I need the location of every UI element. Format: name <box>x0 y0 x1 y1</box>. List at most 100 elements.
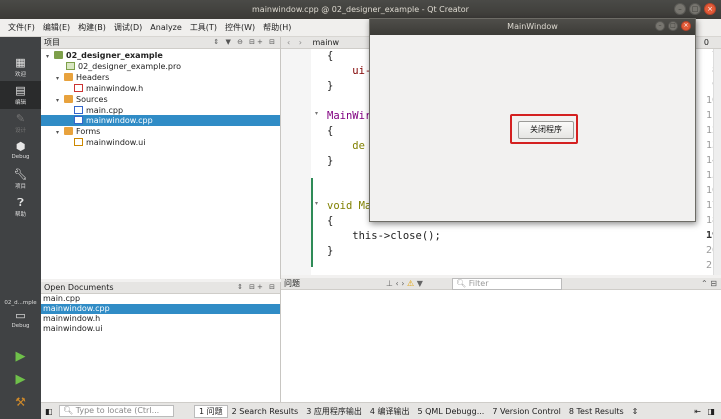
maximize-button[interactable]: □ <box>689 3 701 15</box>
tree-file-mainwindow-cpp[interactable]: mainwindow.cpp <box>41 115 280 126</box>
code-line: { <box>327 50 334 62</box>
filter-placeholder: Filter <box>468 279 489 288</box>
progress-icon[interactable]: ⇤ <box>694 407 701 416</box>
locator-input[interactable]: 🔍︎ Type to locate (Ctrl... <box>59 405 174 417</box>
locator-placeholder: Type to locate (Ctrl... <box>75 406 160 415</box>
tree-file-mainwindow-ui[interactable]: mainwindow.ui <box>74 137 145 148</box>
cpp-file-icon <box>74 116 83 124</box>
menu-analyze[interactable]: Analyze <box>146 23 186 32</box>
code-line: } <box>327 155 334 167</box>
menu-build[interactable]: 构建(B) <box>74 22 110 33</box>
mode-welcome[interactable]: ▦ 欢迎 <box>0 53 41 81</box>
ui-file-icon <box>74 138 83 146</box>
monitor-icon: ▭ <box>15 309 26 322</box>
change-marker <box>311 178 313 267</box>
output-tab-vcs[interactable]: 7 Version Control <box>488 407 565 416</box>
chevron-down-icon: ▾ <box>56 129 60 136</box>
open-doc-main-cpp[interactable]: main.cpp <box>41 294 280 304</box>
code-line: ui- <box>327 65 372 77</box>
output-tab-search[interactable]: 2 Search Results <box>228 407 303 416</box>
output-tab-qml[interactable]: 5 QML Debugg... <box>413 407 488 416</box>
build-button[interactable]: ⚒ <box>0 393 41 413</box>
code-line: { <box>327 215 334 227</box>
tree-pro-file[interactable]: 02_designer_example.pro <box>66 61 181 72</box>
mainwindow-titlebar: MainWindow – □ × <box>370 19 695 35</box>
file-tab[interactable]: mainw <box>313 38 340 47</box>
sidebar-toggle-icon[interactable]: ◧ <box>45 407 53 416</box>
tree-file-mainwindow-h[interactable]: mainwindow.h <box>74 83 143 94</box>
nav-forward-icon[interactable]: › <box>299 38 302 47</box>
close-button[interactable]: × <box>704 3 716 15</box>
pencil-icon: ✎ <box>15 112 26 125</box>
minimize-button[interactable]: – <box>674 3 686 15</box>
tree-forms-folder[interactable]: ▾ Forms <box>56 126 100 137</box>
line-number-gutter <box>281 49 311 275</box>
close-program-button[interactable]: 关闭程序 <box>518 121 574 139</box>
pane-tools[interactable]: ⇕ ⊟+ ⊟ <box>237 282 277 293</box>
menu-debug[interactable]: 调试(D) <box>110 22 146 33</box>
window-title: mainwindow.cpp @ 02_designer_example - Q… <box>252 5 469 14</box>
cpp-file-icon <box>74 106 83 114</box>
output-tab-tests[interactable]: 8 Test Results <box>565 407 628 416</box>
output-tab-app-output[interactable]: 3 应用程序输出 <box>302 406 366 417</box>
folder-icon <box>64 95 73 103</box>
issues-pane: 问题 ⊥ ‹ › ⚠ ▼ 🔍︎ Filter ⌃ ⊟ <box>281 278 721 402</box>
output-tab-compile[interactable]: 4 编译输出 <box>366 406 414 417</box>
output-pane-bar: ◧ 🔍︎ Type to locate (Ctrl... 1 问题 2 Sear… <box>41 402 721 419</box>
window-controls: – □ × <box>674 3 716 15</box>
bug-icon: ⬢ <box>15 140 26 153</box>
pro-file-icon <box>66 62 75 70</box>
filter-input[interactable]: 🔍︎ Filter <box>452 278 562 290</box>
mode-projects[interactable]: 🔧︎ 项目 <box>0 165 41 193</box>
more-tabs-icon[interactable]: ⇕ <box>632 407 639 416</box>
mode-welcome-label: 欢迎 <box>14 72 26 78</box>
open-doc-mainwindow-ui[interactable]: mainwindow.ui <box>41 324 280 334</box>
menu-edit[interactable]: 编辑(E) <box>39 22 74 33</box>
code-line: { <box>327 125 334 137</box>
mode-help[interactable]: ❓︎ 帮助 <box>0 193 41 221</box>
code-line: void Ma <box>327 200 372 212</box>
tree-sources-folder[interactable]: ▾ Sources <box>56 94 108 105</box>
pane-controls[interactable]: ⌃ ⊟ <box>701 278 717 289</box>
title-bar: mainwindow.cpp @ 02_designer_example - Q… <box>0 0 721 19</box>
grid-icon: ▦ <box>15 56 26 69</box>
mainwindow-title: MainWindow <box>507 22 558 31</box>
fold-arrow-icon[interactable]: ▾ <box>315 110 318 117</box>
tree-project-root[interactable]: ▾ 02_designer_example <box>46 50 163 61</box>
mode-design[interactable]: ✎ 设计 <box>0 109 41 137</box>
menu-tools[interactable]: 工具(T) <box>186 22 221 33</box>
vertical-scrollbar[interactable] <box>713 49 721 275</box>
mode-design-label: 设计 <box>14 128 26 134</box>
pane-tools[interactable]: ⇕ ▼ ⊖ ⊟+ ⊟ <box>213 37 277 48</box>
editor-tab-right: 0 <box>703 38 709 47</box>
minimize-button[interactable]: – <box>655 21 665 31</box>
output-tab-issues[interactable]: 1 问题 <box>194 404 228 418</box>
close-button[interactable]: × <box>681 21 691 31</box>
mode-edit[interactable]: ▤ 编辑 <box>0 81 41 109</box>
menu-file[interactable]: 文件(F) <box>4 22 39 33</box>
code-line: } <box>327 245 334 257</box>
code-line: de <box>327 140 365 152</box>
tree-headers-folder[interactable]: ▾ Headers <box>56 72 109 83</box>
run-icon: ▶ <box>15 349 26 364</box>
issue-tools[interactable]: ⊥ ‹ › ⚠ ▼ <box>386 278 423 289</box>
open-doc-mainwindow-cpp[interactable]: mainwindow.cpp <box>41 304 280 314</box>
panel-toggle-icon[interactable]: ◨ <box>707 407 715 416</box>
code-line: this->close(); <box>327 230 441 242</box>
run-button[interactable]: ▶ <box>0 347 41 367</box>
project-pane-header: 项目 ⇕ ▼ ⊖ ⊟+ ⊟ <box>41 37 280 49</box>
menu-widgets[interactable]: 控件(W) <box>221 22 259 33</box>
maximize-button[interactable]: □ <box>668 21 678 31</box>
issues-title: 问题 <box>284 279 300 288</box>
code-line: MainWir <box>327 110 372 122</box>
nav-back-icon[interactable]: ‹ <box>287 38 290 47</box>
open-documents-header: Open Documents ⇕ ⊟+ ⊟ <box>41 282 280 294</box>
open-documents-title: Open Documents <box>44 283 114 292</box>
debug-run-button[interactable]: ▶ <box>0 370 41 390</box>
open-documents-pane: Open Documents ⇕ ⊟+ ⊟ main.cpp mainwindo… <box>41 282 281 402</box>
fold-arrow-icon[interactable]: ▾ <box>315 200 318 207</box>
mode-debug[interactable]: ⬢ Debug <box>0 137 41 165</box>
menu-help[interactable]: 帮助(H) <box>259 22 295 33</box>
kit-selector[interactable]: 02_d...mple ▭ Debug <box>0 297 41 339</box>
open-doc-mainwindow-h[interactable]: mainwindow.h <box>41 314 280 324</box>
